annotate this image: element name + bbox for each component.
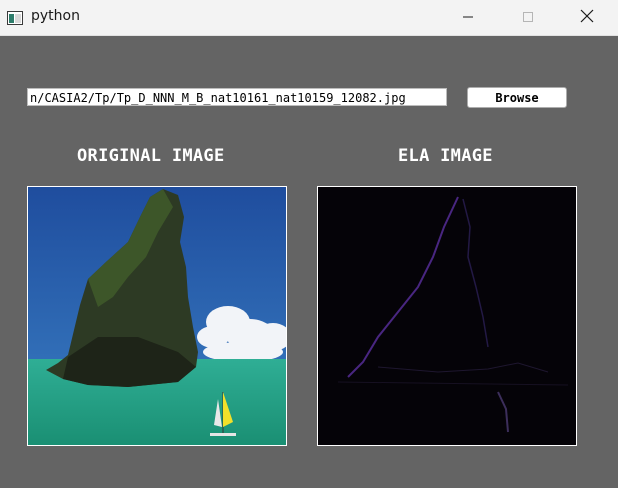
ela-image-heading: ELA IMAGE — [398, 146, 493, 166]
title-bar[interactable]: python — [0, 0, 618, 36]
close-button[interactable] — [564, 0, 610, 35]
minimize-button[interactable] — [445, 0, 491, 35]
minimize-icon — [462, 8, 474, 27]
maximize-icon — [522, 8, 534, 27]
close-icon — [580, 8, 594, 27]
original-image — [27, 186, 287, 446]
file-path-field[interactable]: n/CASIA2/Tp/Tp_D_NNN_M_B_nat10161_nat101… — [27, 88, 447, 106]
browse-button[interactable]: Browse — [467, 87, 567, 108]
maximize-button[interactable] — [505, 0, 551, 35]
app-window: python n/CASIA2/Tp/Tp_D_NNN_M_B_nat10161… — [0, 0, 618, 488]
main-content: n/CASIA2/Tp/Tp_D_NNN_M_B_nat10161_nat101… — [0, 36, 618, 488]
window-title: python — [31, 8, 80, 24]
original-image-heading: ORIGINAL IMAGE — [77, 146, 225, 166]
app-window-icon — [7, 10, 23, 25]
ela-image — [317, 186, 577, 446]
